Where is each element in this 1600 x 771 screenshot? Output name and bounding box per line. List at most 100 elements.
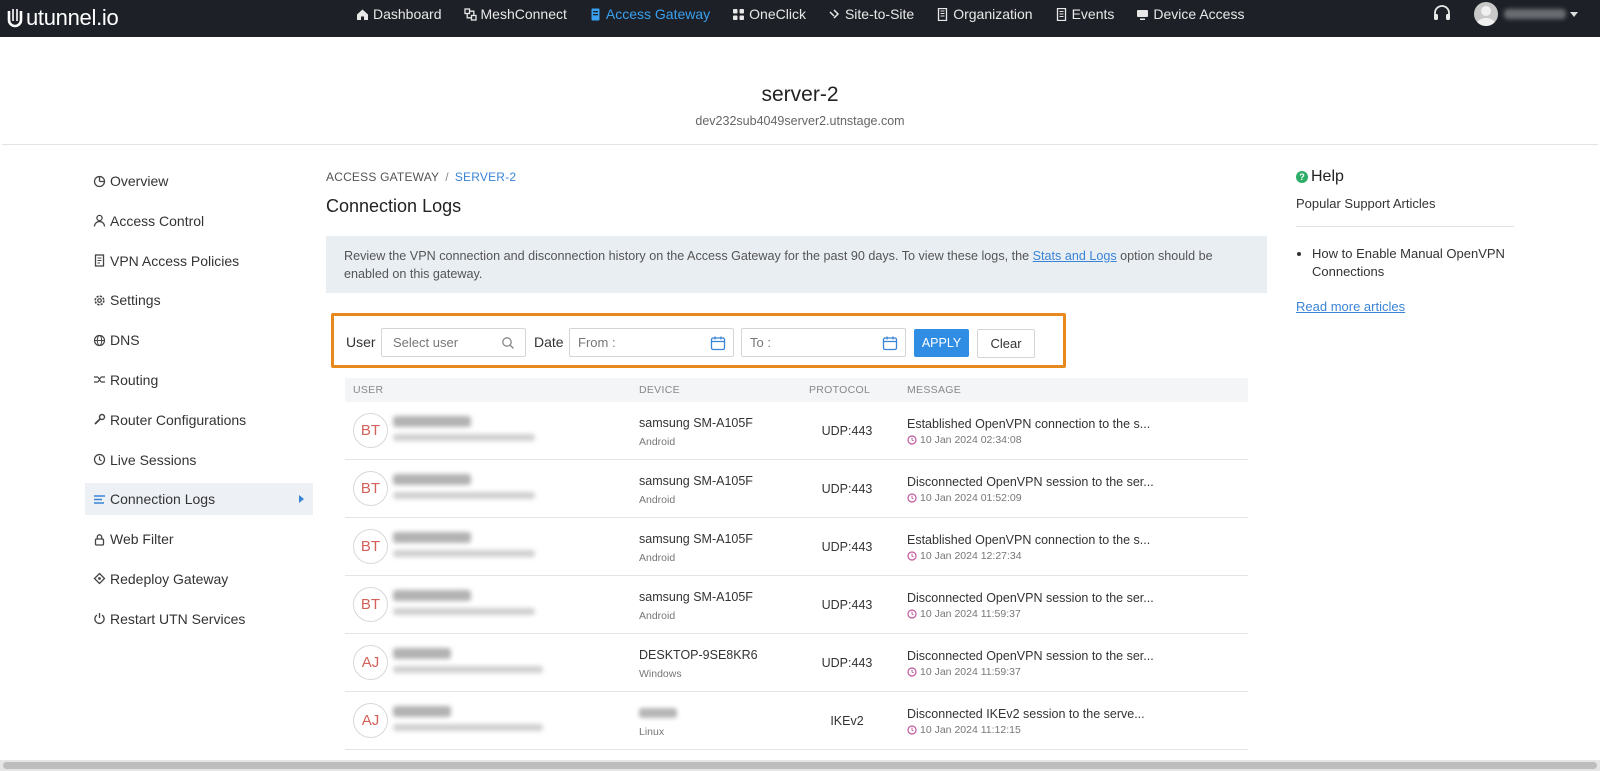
search-icon [501, 336, 515, 350]
sidebar-item-label: Redeploy Gateway [110, 570, 229, 587]
sidebar-item-label: Routing [110, 371, 159, 388]
breadcrumb-current[interactable]: SERVER-2 [455, 170, 516, 184]
table-row[interactable]: BT samsung SM-A105F Android UDP:443 Esta… [345, 518, 1248, 576]
nav-meshconnect-label: MeshConnect [480, 6, 567, 22]
sidebar-item-access-control[interactable]: Access Control [85, 205, 313, 237]
breadcrumb-root[interactable]: ACCESS GATEWAY [326, 170, 439, 184]
sidebar-item-live-sessions[interactable]: Live Sessions [85, 444, 313, 476]
device-os: Android [639, 494, 676, 506]
to-date-input[interactable]: To : [741, 328, 906, 357]
routing-icon [93, 373, 106, 386]
date-filter-label: Date [534, 334, 564, 350]
log-timestamp: 10 Jan 2024 11:12:15 [920, 724, 1021, 736]
log-message: Disconnected IKEv2 session to the serve.… [907, 707, 1145, 721]
calendar-icon[interactable] [882, 335, 898, 351]
pie-icon [93, 175, 106, 188]
help-subtitle: Popular Support Articles [1296, 196, 1436, 211]
server-icon [589, 8, 602, 21]
nav-events[interactable]: Events [1055, 6, 1114, 22]
help-title-text: Help [1311, 168, 1344, 185]
to-date-placeholder: To : [750, 335, 771, 350]
sidebar-item-router-configurations[interactable]: Router Configurations [85, 404, 313, 436]
nav-oneclick[interactable]: OneClick [732, 6, 806, 22]
sidebar-item-label: Restart UTN Services [110, 610, 246, 627]
clock-icon [907, 493, 917, 503]
nav-organization[interactable]: Organization [936, 6, 1033, 22]
help-articles-list: How to Enable Manual OpenVPN Connections [1296, 245, 1526, 281]
horizontal-scrollbar[interactable] [0, 760, 1600, 771]
sidebar-item-label: Access Control [110, 212, 205, 229]
log-time: 10 Jan 2024 11:59:37 [907, 608, 1021, 620]
lines-icon [93, 493, 106, 506]
sidebar-item-connection-logs[interactable]: Connection Logs [85, 483, 313, 516]
brand-name: utunnel.io [26, 5, 119, 30]
user-select-placeholder: Select user [393, 335, 459, 350]
help-article-link[interactable]: How to Enable Manual OpenVPN Connections [1312, 245, 1526, 281]
clear-button[interactable]: Clear [977, 329, 1035, 358]
log-message: Established OpenVPN connection to the s.… [907, 417, 1151, 431]
from-date-input[interactable]: From : [569, 328, 734, 357]
home-icon [356, 8, 369, 21]
nav-meshconnect[interactable]: MeshConnect [463, 6, 567, 22]
table-row[interactable]: AJ Linux IKEv2 Disconnected IKEv2 sessio… [345, 692, 1248, 750]
support-headset-icon[interactable] [1432, 4, 1452, 24]
chevron-down-icon[interactable] [1570, 12, 1578, 17]
device-os: Android [639, 436, 676, 448]
protocol: UDP:443 [821, 656, 873, 670]
list-icon [1055, 7, 1068, 21]
nav-device-access[interactable]: Device Access [1136, 6, 1244, 22]
table-row[interactable]: AJ DESKTOP-9SE8KR6 Windows UDP:443 Disco… [345, 634, 1248, 692]
sidebar-item-dns[interactable]: DNS [85, 324, 313, 356]
table-row[interactable]: BT samsung SM-A105F Android UDP:443 Disc… [345, 576, 1248, 634]
nav-oneclick-label: OneClick [749, 6, 806, 22]
sidebar-item-label: Router Configurations [110, 411, 247, 428]
user-name-redacted[interactable] [1504, 9, 1566, 19]
table-row[interactable]: BT samsung SM-A105F Android UDP:443 Disc… [345, 460, 1248, 518]
user-filter-label: User [346, 334, 376, 350]
power-icon [93, 612, 106, 625]
log-message: Disconnected OpenVPN session to the ser.… [907, 475, 1154, 489]
sidebar-item-settings[interactable]: Settings [85, 284, 313, 316]
user-select-input[interactable]: Select user [381, 328, 526, 357]
log-timestamp: 10 Jan 2024 11:59:37 [920, 666, 1021, 678]
user-email-redacted [393, 724, 543, 731]
user-name-redacted [393, 590, 471, 601]
breadcrumb-separator: / [445, 170, 449, 184]
sidebar-item-restart-utn-services[interactable]: Restart UTN Services [85, 603, 313, 635]
user-avatar-initials: AJ [353, 645, 388, 680]
user-avatar-initials: BT [353, 587, 388, 622]
stats-and-logs-link[interactable]: Stats and Logs [1033, 249, 1117, 263]
breadcrumb: ACCESS GATEWAY / SERVER-2 [326, 170, 516, 184]
device-os: Android [639, 552, 676, 564]
help-title: ? Help [1296, 168, 1344, 186]
protocol: IKEv2 [830, 714, 864, 728]
user-avatar[interactable] [1474, 2, 1498, 26]
nav-dashboard[interactable]: Dashboard [356, 6, 442, 22]
sidebar-item-routing[interactable]: Routing [85, 364, 313, 396]
clock-icon [907, 725, 917, 735]
user-avatar-initials: AJ [353, 703, 388, 738]
help-question-icon: ? [1296, 171, 1308, 183]
user-name-redacted [393, 416, 471, 427]
column-header-user: USER [353, 384, 384, 396]
sidebar-item-redeploy-gateway[interactable]: Redeploy Gateway [85, 563, 313, 595]
sidebar-item-vpn-access-policies[interactable]: VPN Access Policies [85, 245, 313, 277]
sidebar-item-overview[interactable]: Overview [85, 165, 313, 197]
protocol: UDP:443 [821, 540, 873, 554]
user-name-redacted [393, 474, 471, 485]
read-more-articles-link[interactable]: Read more articles [1296, 299, 1405, 314]
clock-icon [907, 609, 917, 619]
sidebar-item-web-filter[interactable]: Web Filter [85, 523, 313, 555]
scrollbar-thumb[interactable] [3, 762, 1597, 769]
info-banner: Review the VPN connection and disconnect… [326, 236, 1267, 293]
sidebar-item-label: Web Filter [110, 531, 174, 548]
calendar-icon[interactable] [710, 335, 726, 351]
nav-access-gateway[interactable]: Access Gateway [589, 6, 710, 22]
apply-button[interactable]: APPLY [914, 329, 969, 357]
sidebar-item-label: Connection Logs [110, 491, 216, 508]
user-avatar-initials: BT [353, 529, 388, 564]
table-row[interactable]: BT samsung SM-A105F Android UDP:443 Esta… [345, 402, 1248, 460]
monitor-icon [1136, 8, 1149, 21]
brand-logo[interactable]: utunnel.io [6, 4, 119, 32]
nav-site-to-site[interactable]: Site-to-Site [828, 6, 914, 22]
